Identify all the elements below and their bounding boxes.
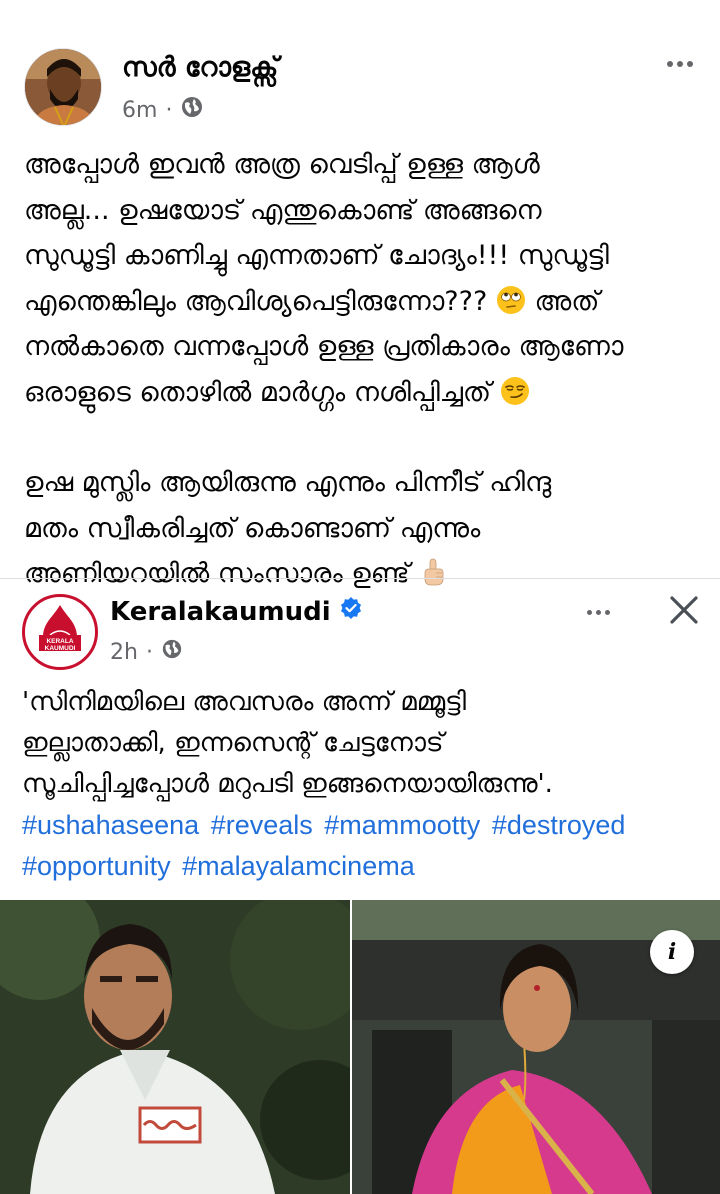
post-line: എന്തെങ്കിലും ആവിശ്യപെട്ടിരുന്നോ??? അത് [24, 279, 704, 325]
post-line: അപ്പോൾ ഇവൻ അത്ര വെടിപ്പ് ഉള്ള ആൾ [24, 149, 540, 180]
shared-post-header: KERALA KAUMUDI Keralakaumudi 2h · [0, 580, 720, 680]
more-options-button[interactable] [658, 50, 702, 78]
shared-page-name-row: Keralakaumudi [110, 596, 363, 627]
post-line: നൽകാതെ വന്നപ്പോൾ ഉള്ള പ്രതികാരം ആണോ [24, 331, 624, 362]
hashtags-line: #opportunity #malayalamcinema [22, 846, 712, 887]
hashtag-link[interactable]: #ushahaseena [22, 810, 199, 840]
more-dots-icon [586, 609, 592, 615]
hashtag-link[interactable]: #reveals [211, 810, 313, 840]
post-line-text: എന്തെങ്കിലും ആവിശ്യപെട്ടിരുന്നോ??? [24, 285, 488, 317]
globe-icon [180, 95, 204, 125]
keralakaumudi-logo[interactable]: KERALA KAUMUDI [22, 594, 98, 670]
headline-line: ഇല്ലാതാക്കി, ഇന്നസെന്റ് ചേട്ടനോട് [22, 728, 444, 758]
more-dots-icon [667, 61, 673, 67]
meta-separator: · [165, 97, 173, 123]
shared-photo-left[interactable] [0, 900, 350, 1194]
meta-separator: · [145, 639, 153, 665]
hashtag-link[interactable]: #opportunity [22, 851, 171, 881]
globe-icon [161, 638, 183, 666]
shared-post-time[interactable]: 2h [110, 640, 138, 665]
info-icon: i [667, 939, 677, 965]
hashtag-link[interactable]: #mammootty [324, 810, 480, 840]
post-line: ഒരാളുടെ തൊഴിൽ മാർഗ്ഗം നശിപ്പിച്ചത് [24, 370, 704, 416]
post-line-text: ഒരാളുടെ തൊഴിൽ മാർഗ്ഗം നശിപ്പിച്ചത് [24, 376, 492, 408]
hashtags-line: #ushahaseena #reveals #mammootty #destro… [22, 805, 712, 846]
author-avatar[interactable] [24, 48, 102, 126]
svg-text:KERALA: KERALA [46, 638, 73, 645]
shared-more-options-button[interactable] [578, 598, 618, 626]
headline-line: സൂചിപ്പിച്ചപ്പോൾ മറുപടി ഇങ്ങനെയായിരുന്നു… [22, 769, 553, 799]
svg-text:KAUMUDI: KAUMUDI [45, 645, 76, 652]
post-text: അപ്പോൾ ഇവൻ അത്ര വെടിപ്പ് ഉള്ള ആൾ അല്ല...… [24, 142, 704, 597]
headline-line: 'സിനിമയിലെ അവസരം അന്ന് മമ്മൂട്ടി [22, 687, 467, 717]
close-icon [670, 596, 698, 624]
face-with-rolling-eyes-emoji [496, 284, 526, 314]
smirking-face-emoji [500, 375, 530, 405]
hashtag-link[interactable]: #destroyed [492, 810, 626, 840]
shared-page-name[interactable]: Keralakaumudi [110, 597, 331, 627]
author-name[interactable]: സർ റോളക്സ് [122, 52, 278, 84]
shared-post-meta: 2h · [110, 638, 183, 666]
shared-post-text: 'സിനിമയിലെ അവസരം അന്ന് മമ്മൂട്ടി ഇല്ലാതാ… [22, 682, 712, 887]
post-line-text: അത് [534, 285, 600, 317]
post-line: ഉഷ മുസ്ലിം ആയിരുന്നു എന്നും പിന്നീട് ഹിന… [24, 467, 552, 498]
post-line: അല്ല... ഉഷയോട് എന്തുകൊണ്ട് അങ്ങനെ [24, 194, 542, 226]
hashtag-link[interactable]: #malayalamcinema [182, 851, 415, 881]
post-line: സുഡൂട്ടി കാണിച്ചു എന്നതാണ് ചോദ്യം!!! സുഡ… [24, 240, 609, 271]
post-divider [0, 578, 720, 579]
close-button[interactable] [664, 590, 704, 630]
post-meta: 6m · [122, 96, 204, 124]
post-header: സർ റോളക്സ് 6m · [0, 0, 720, 140]
verified-badge-icon [339, 596, 363, 627]
info-button[interactable]: i [650, 930, 694, 974]
post-time[interactable]: 6m [122, 98, 157, 123]
post-line: മതം സ്വീകരിച്ചത് കൊണ്ടാണ് എന്നും [24, 512, 481, 544]
